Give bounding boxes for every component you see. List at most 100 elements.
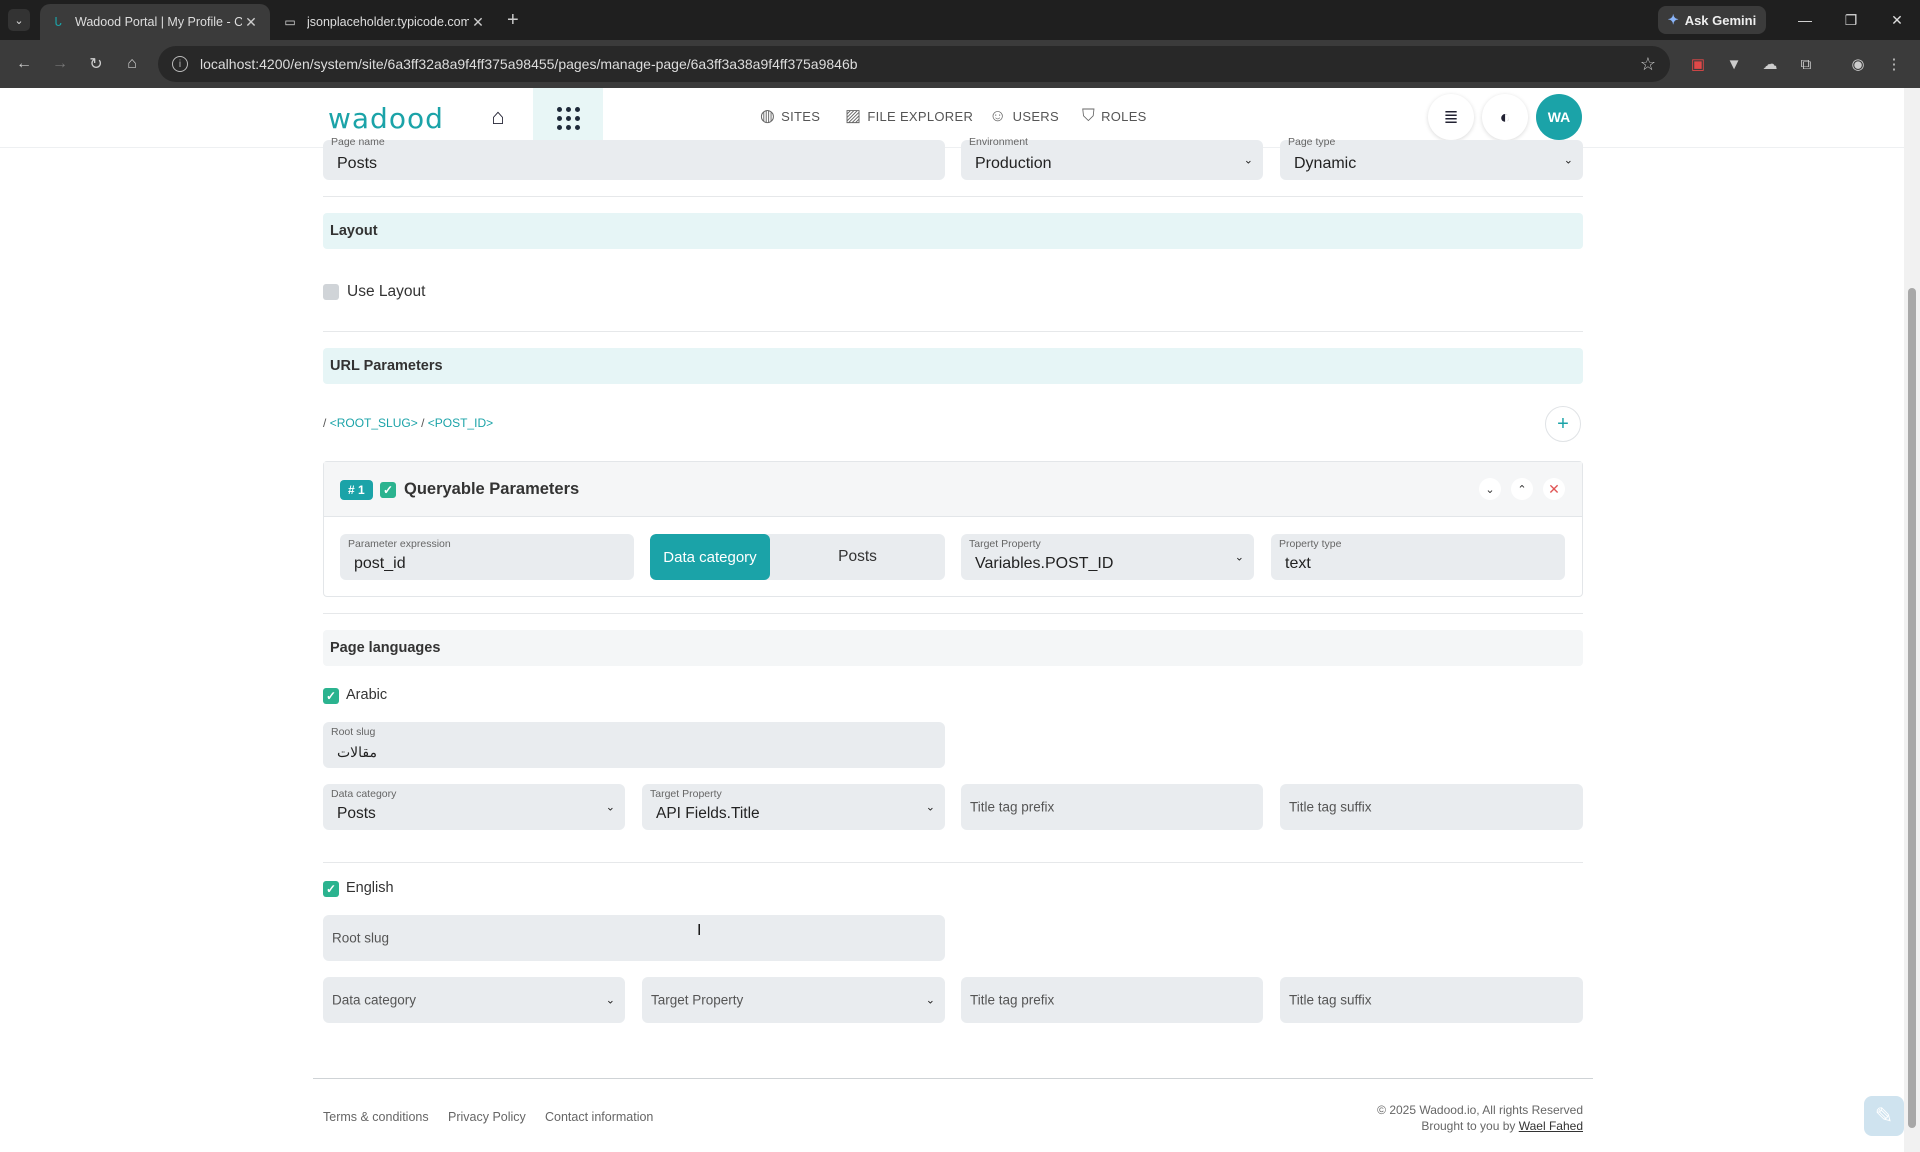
forward-icon[interactable]: → bbox=[42, 46, 78, 82]
use-layout-checkbox[interactable] bbox=[323, 284, 339, 300]
chevron-down-icon: ⌄ bbox=[1234, 551, 1244, 564]
chevron-down-icon: ⌄ bbox=[605, 801, 615, 814]
english-checkbox[interactable]: ✓ bbox=[323, 881, 339, 897]
browser-toolbar: ← → ↻ ⌂ i localhost:4200/en/system/site/… bbox=[0, 40, 1920, 88]
profile-icon[interactable]: ◉ bbox=[1846, 52, 1870, 76]
minimize-icon[interactable]: — bbox=[1782, 0, 1828, 40]
target-property-select[interactable]: Target Property Variables.POST_ID ⌄ bbox=[961, 534, 1254, 580]
database-icon[interactable]: ≣ bbox=[1428, 94, 1474, 140]
browser-tabbar: ⌄ ᒐ Wadood Portal | My Profile - Cr ✕ ▭ … bbox=[0, 0, 1920, 40]
home-icon[interactable]: ⌂ bbox=[486, 104, 510, 130]
bookmark-star-icon[interactable]: ☆ bbox=[1640, 54, 1656, 75]
text-cursor-icon: I bbox=[697, 922, 702, 939]
layout-section-title: Layout bbox=[323, 213, 1583, 249]
close-tab-icon[interactable]: ✕ bbox=[242, 14, 260, 31]
parameter-title: Queryable Parameters bbox=[404, 480, 580, 498]
english-data-category-select[interactable]: Data category ⌄ bbox=[323, 977, 625, 1023]
arabic-target-property-select[interactable]: Target Property API Fields.Title ⌄ bbox=[642, 784, 945, 830]
app-header: wadood ⌂ ◍ SITES ▨ FILE EXPLORER ☺ USERS… bbox=[0, 88, 1904, 148]
divider bbox=[323, 613, 1583, 614]
chat-widget-icon[interactable]: ✎ bbox=[1864, 1096, 1904, 1136]
folder-image-icon: ▨ bbox=[845, 106, 862, 125]
shield-icon: ⛉ bbox=[1082, 106, 1096, 125]
nav-file-explorer[interactable]: ▨ FILE EXPLORER bbox=[845, 106, 973, 126]
arabic-title-prefix-field[interactable]: Title tag prefix bbox=[961, 784, 1263, 830]
check-icon: ✓ bbox=[325, 689, 337, 703]
parameter-expression-field[interactable]: Parameter expression post_id bbox=[340, 534, 634, 580]
chevron-down-icon: ⌄ bbox=[925, 801, 935, 814]
close-icon[interactable]: ✕ bbox=[1543, 478, 1565, 500]
chevron-down-icon: ⌄ bbox=[925, 994, 935, 1007]
apps-grid-icon[interactable] bbox=[533, 88, 603, 148]
page-type-select[interactable]: Page type Dynamic ⌄ bbox=[1280, 136, 1583, 180]
environment-select[interactable]: Environment Production ⌄ bbox=[961, 136, 1263, 180]
check-icon: ✓ bbox=[382, 483, 394, 497]
tab-search-chevron-icon[interactable]: ⌄ bbox=[8, 9, 30, 31]
footer-link-privacy[interactable]: Privacy Policy bbox=[448, 1110, 526, 1124]
english-title-prefix-field[interactable]: Title tag prefix bbox=[961, 977, 1263, 1023]
page-name-field[interactable]: Page name Posts bbox=[323, 136, 945, 180]
close-window-icon[interactable]: ✕ bbox=[1874, 0, 1920, 40]
add-parameter-button[interactable]: + bbox=[1545, 406, 1581, 442]
extensions-puzzle-icon[interactable]: ⧉ bbox=[1794, 52, 1818, 76]
footer-link-terms[interactable]: Terms & conditions bbox=[323, 1110, 429, 1124]
ask-gemini-button[interactable]: ✦ Ask Gemini bbox=[1658, 6, 1766, 34]
language-globe-icon[interactable]: ◐ bbox=[1482, 94, 1528, 140]
english-root-slug-field[interactable]: Root slug bbox=[323, 915, 945, 961]
chevron-up-icon[interactable]: ⌃ bbox=[1511, 478, 1533, 500]
nav-users[interactable]: ☺ USERS bbox=[989, 106, 1059, 126]
english-target-property-select[interactable]: Target Property ⌄ bbox=[642, 977, 945, 1023]
restore-icon[interactable]: ❐ bbox=[1828, 0, 1874, 40]
footer-link-contact[interactable]: Contact information bbox=[545, 1110, 653, 1124]
extension-v-icon[interactable]: ▼ bbox=[1722, 52, 1746, 76]
divider bbox=[323, 862, 1583, 863]
browser-tab-wadood[interactable]: ᒐ Wadood Portal | My Profile - Cr ✕ bbox=[40, 4, 270, 40]
queryable-checkbox[interactable]: ✓ bbox=[380, 482, 396, 498]
page-scrollbar[interactable] bbox=[1904, 88, 1920, 1152]
scrollbar-thumb[interactable] bbox=[1908, 288, 1916, 1128]
toggle-data-category[interactable]: Data category bbox=[650, 534, 770, 580]
home-icon[interactable]: ⌂ bbox=[114, 46, 150, 82]
back-icon[interactable]: ← bbox=[6, 46, 42, 82]
footer-divider bbox=[313, 1078, 1593, 1079]
browser-menu-icon[interactable]: ⋮ bbox=[1882, 52, 1906, 76]
property-type-field[interactable]: Property type text bbox=[1271, 534, 1565, 580]
source-toggle: Data category Posts bbox=[650, 534, 945, 580]
chevron-down-icon: ⌄ bbox=[605, 994, 615, 1007]
path-token-post-id[interactable]: <POST_ID> bbox=[428, 416, 493, 430]
chevron-down-icon[interactable]: ⌄ bbox=[1479, 478, 1501, 500]
english-label: English bbox=[346, 880, 394, 896]
use-layout-label: Use Layout bbox=[347, 283, 426, 300]
chevron-down-icon: ⌄ bbox=[1243, 154, 1253, 167]
gemini-star-icon: ✦ bbox=[1667, 12, 1679, 27]
arabic-root-slug-field[interactable]: Root slug مقالات bbox=[323, 722, 945, 768]
toggle-posts[interactable]: Posts bbox=[770, 534, 945, 580]
browser-tab-jsonplaceholder[interactable]: ▭ jsonplaceholder.typicode.com/ ✕ bbox=[272, 4, 497, 40]
arabic-checkbox[interactable]: ✓ bbox=[323, 688, 339, 704]
new-tab-icon[interactable]: + bbox=[507, 9, 519, 32]
extension-red-icon[interactable]: ▣ bbox=[1686, 52, 1710, 76]
author-link[interactable]: Wael Fahed bbox=[1519, 1119, 1583, 1133]
page-languages-section-title: Page languages bbox=[323, 630, 1583, 666]
url-path: / <ROOT_SLUG> / <POST_ID> bbox=[323, 416, 494, 430]
arabic-data-category-select[interactable]: Data category Posts ⌄ bbox=[323, 784, 625, 830]
parameter-card-header: # 1 ✓ Queryable Parameters ⌄ ⌃ ✕ bbox=[324, 462, 1582, 517]
arabic-title-suffix-field[interactable]: Title tag suffix bbox=[1280, 784, 1583, 830]
close-tab-icon[interactable]: ✕ bbox=[469, 14, 487, 31]
extension-cloud-icon[interactable]: ☁ bbox=[1758, 52, 1782, 76]
globe-icon: ◍ bbox=[760, 106, 776, 125]
wadood-favicon-icon: ᒐ bbox=[54, 15, 62, 29]
url-parameters-section-title: URL Parameters bbox=[323, 348, 1583, 384]
wadood-logo[interactable]: wadood bbox=[328, 102, 444, 135]
arabic-label: Arabic bbox=[346, 687, 388, 703]
english-title-suffix-field[interactable]: Title tag suffix bbox=[1280, 977, 1583, 1023]
address-bar[interactable]: i localhost:4200/en/system/site/6a3ff32a… bbox=[158, 46, 1670, 82]
reload-icon[interactable]: ↻ bbox=[78, 46, 114, 82]
nav-sites[interactable]: ◍ SITES bbox=[760, 106, 820, 126]
parameter-index-badge: # 1 bbox=[340, 480, 373, 500]
site-info-icon[interactable]: i bbox=[172, 56, 188, 72]
path-token-root-slug[interactable]: <ROOT_SLUG> bbox=[330, 416, 418, 430]
check-icon: ✓ bbox=[325, 882, 337, 896]
avatar[interactable]: WA bbox=[1536, 94, 1582, 140]
nav-roles[interactable]: ⛉ ROLES bbox=[1082, 106, 1147, 126]
